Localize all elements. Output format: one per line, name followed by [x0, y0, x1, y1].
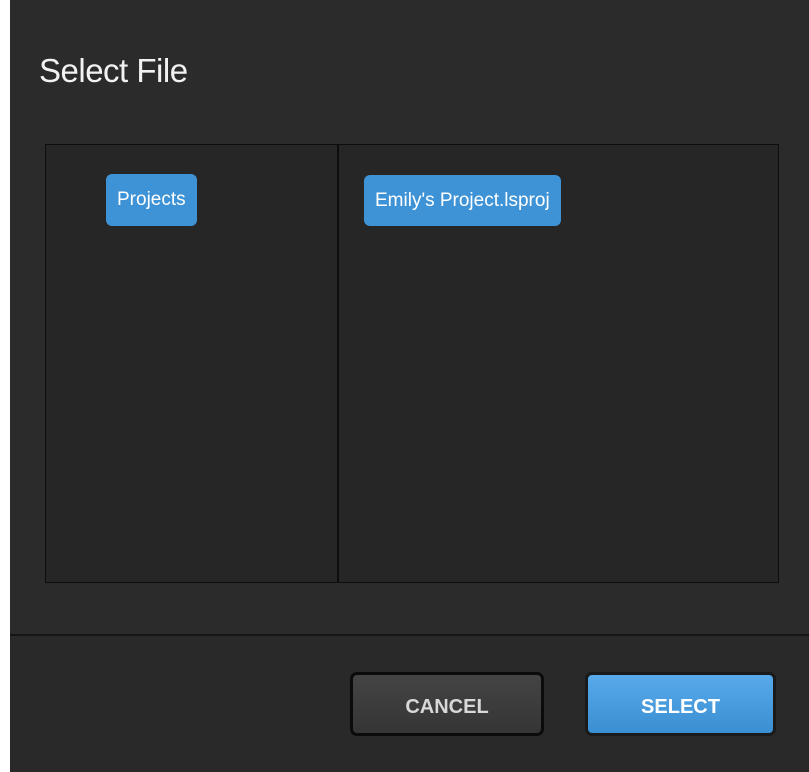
cancel-button[interactable]: CANCEL	[350, 672, 544, 736]
dialog-footer: CANCEL SELECT	[10, 634, 809, 772]
folder-item-projects[interactable]: Projects	[106, 174, 197, 226]
select-file-dialog: Select File Projects Emily's Project.lsp…	[10, 0, 809, 772]
dialog-title: Select File	[39, 52, 188, 89]
folder-pane: Projects	[46, 145, 339, 582]
file-browser: Projects Emily's Project.lsproj	[45, 144, 779, 583]
file-pane: Emily's Project.lsproj	[339, 145, 778, 582]
file-item-emilys-project[interactable]: Emily's Project.lsproj	[364, 175, 561, 226]
select-button[interactable]: SELECT	[585, 672, 776, 736]
